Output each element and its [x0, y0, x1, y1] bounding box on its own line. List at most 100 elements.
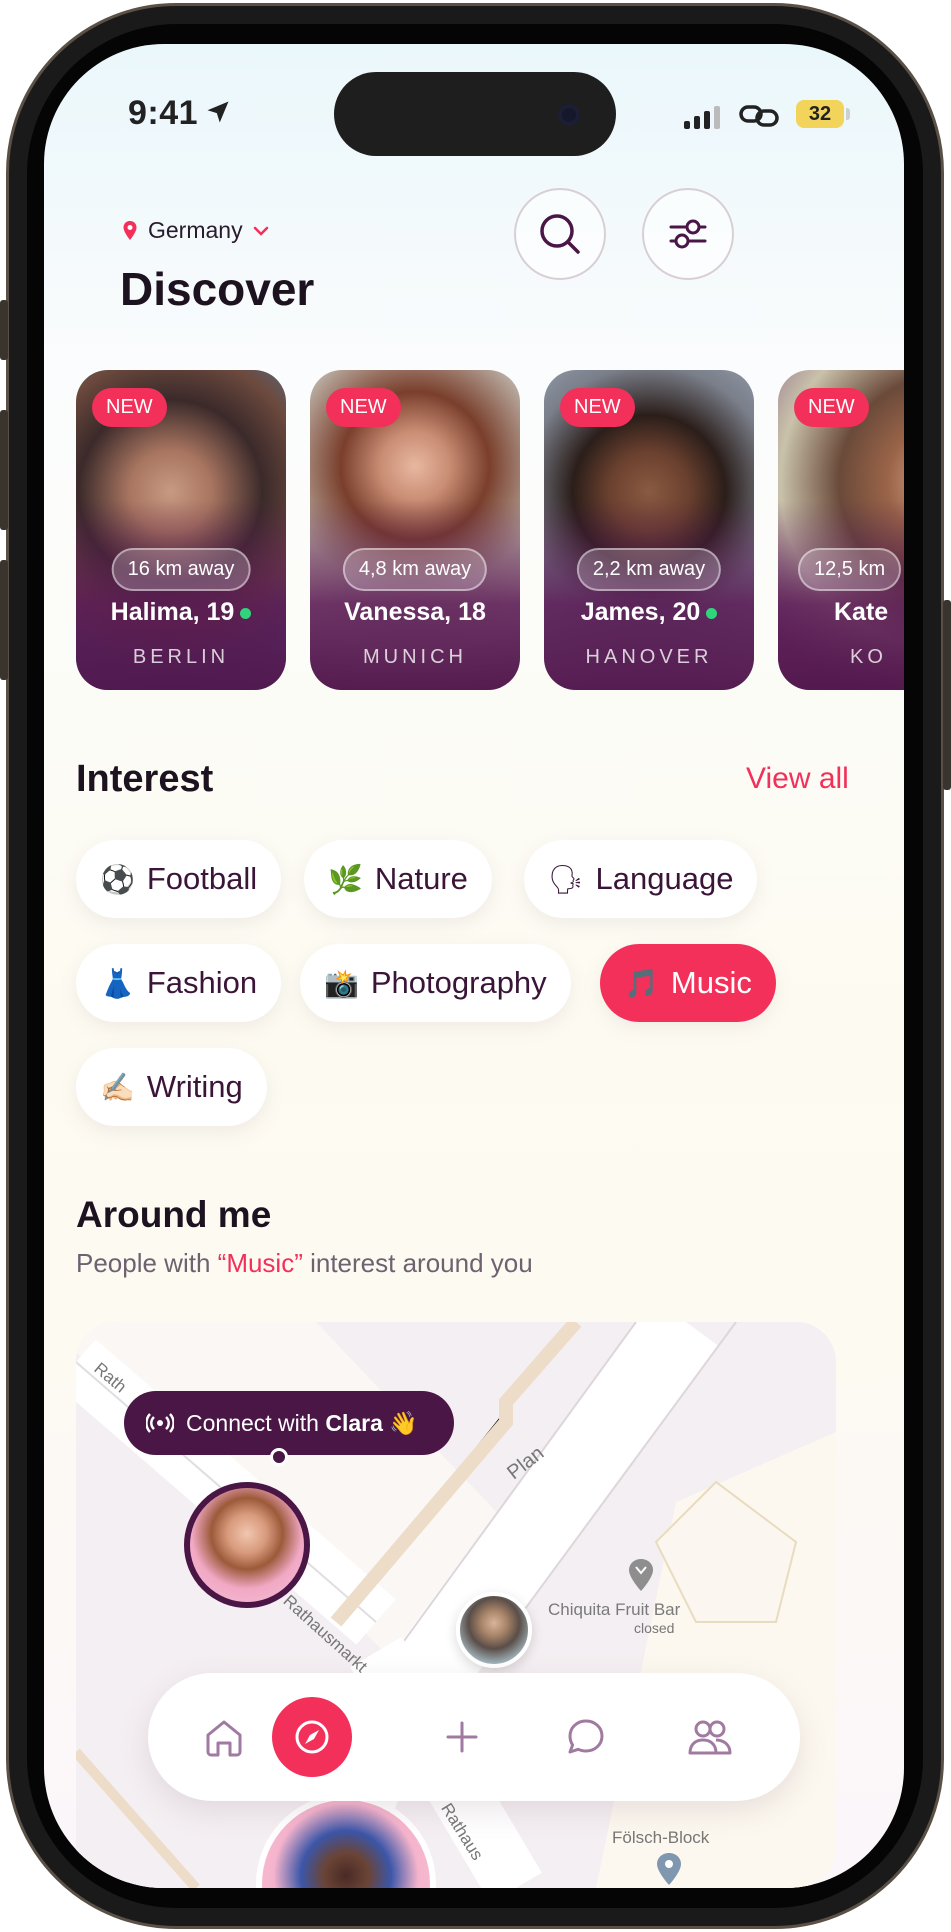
football-icon: ⚽: [100, 863, 135, 895]
music-note-icon: 🎵: [624, 967, 659, 999]
poi-pin-icon: [657, 1853, 681, 1885]
tooltip-pin-dot: [270, 1448, 288, 1466]
profile-card[interactable]: NEW 4,8 km away Vanessa, 18 MUNICH: [310, 370, 520, 690]
broadcast-icon: [146, 1413, 174, 1433]
chip-language[interactable]: 🗣 Language: [524, 840, 758, 918]
writing-hand-icon: ✍🏻: [100, 1071, 135, 1103]
around-me-subtitle: People with “Music” interest around you: [76, 1248, 533, 1279]
poi-label: Chiquita Fruit Bar: [548, 1600, 681, 1619]
subtitle-highlight: “Music”: [217, 1248, 303, 1278]
profile-name: Halima, 19: [76, 598, 286, 627]
battery-cap: [846, 108, 850, 120]
nav-add[interactable]: [426, 1701, 498, 1773]
new-badge: NEW: [92, 388, 167, 427]
search-icon: [540, 214, 580, 254]
bottom-nav: [148, 1673, 800, 1801]
online-indicator: [240, 607, 252, 619]
country-selector[interactable]: Germany: [122, 217, 269, 244]
poi-pin-icon: [629, 1559, 653, 1591]
battery-icon: 32: [796, 100, 844, 128]
camera-flash-icon: 📸: [324, 967, 359, 999]
chip-label: Fashion: [146, 965, 258, 1000]
search-button[interactable]: [514, 188, 606, 280]
signal-icon: [684, 106, 720, 129]
profile-name: Vanessa, 18: [310, 598, 520, 627]
chip-writing[interactable]: ✍🏻 Writing: [76, 1048, 267, 1126]
chip-fashion[interactable]: 👗 Fashion: [76, 944, 282, 1022]
profile-name-text: Kate: [834, 598, 889, 626]
app-screen: 9:41 32 Germany Discover NEW 16 km away: [44, 44, 904, 1888]
poi-status: closed: [634, 1620, 675, 1636]
profile-name: Kate: [834, 598, 904, 627]
nav-messages[interactable]: [550, 1701, 622, 1773]
subtitle-text: interest around you: [302, 1248, 533, 1278]
action-button: [0, 300, 8, 360]
profile-card[interactable]: NEW 2,2 km away James, 20 HANOVER: [544, 370, 754, 690]
chip-label: Language: [595, 861, 734, 896]
speaking-head-icon: 🗣: [548, 863, 584, 895]
page-title: Discover: [120, 263, 315, 315]
chip-nature[interactable]: 🌿 Nature: [304, 840, 492, 918]
user-avatar[interactable]: [456, 1592, 532, 1668]
filter-button[interactable]: [642, 188, 734, 280]
chip-label: Writing: [146, 1069, 243, 1104]
around-me-heading: Around me: [76, 1194, 272, 1235]
map-pin-icon: [123, 220, 137, 240]
location-arrow-icon: [207, 101, 229, 123]
chip-label: Music: [670, 965, 752, 1000]
profile-card[interactable]: NEW 12,5 km Kate KO: [778, 370, 904, 690]
profile-city: BERLIN: [132, 646, 230, 668]
view-all-link[interactable]: View all: [746, 762, 849, 796]
power-button: [943, 600, 951, 790]
interest-heading: Interest: [76, 758, 214, 800]
plus-icon: [446, 1721, 478, 1753]
new-badge: NEW: [326, 388, 401, 427]
compass-icon: [295, 1720, 329, 1754]
camera-icon: [558, 104, 580, 126]
connect-tooltip[interactable]: Connect with Clara 👋: [124, 1391, 454, 1455]
profile-name: James, 20: [544, 598, 754, 627]
users-icon: [688, 1720, 732, 1755]
chip-photography[interactable]: 📸 Photography: [300, 944, 571, 1022]
new-badge: NEW: [560, 388, 635, 427]
distance-label: 4,8 km away: [342, 548, 488, 591]
distance-label: 12,5 km: [798, 548, 902, 591]
chevron-down-icon: [253, 226, 268, 236]
nav-home[interactable]: [188, 1701, 260, 1773]
chip-music[interactable]: 🎵 Music: [600, 944, 776, 1022]
profile-name-text: James, 20: [580, 598, 701, 626]
profile-name-text: Halima, 19: [110, 598, 235, 626]
dress-icon: 👗: [100, 967, 135, 999]
dynamic-island: [334, 72, 616, 156]
new-badge: NEW: [794, 388, 869, 427]
connect-name: Clara: [325, 1409, 383, 1436]
volume-down-button: [0, 560, 8, 680]
connect-prefix: Connect with: [186, 1409, 326, 1436]
connect-text: Connect with Clara 👋: [186, 1410, 418, 1437]
distance-label: 2,2 km away: [576, 548, 722, 591]
volume-up-button: [0, 410, 8, 530]
poi-label: Fölsch-Block: [612, 1828, 710, 1847]
profile-carousel[interactable]: NEW 16 km away Halima, 19 BERLIN NEW 4,8…: [76, 370, 904, 690]
subtitle-text: People with: [76, 1248, 218, 1278]
user-avatar-clara[interactable]: [184, 1482, 310, 1608]
profile-card[interactable]: NEW 16 km away Halima, 19 BERLIN: [76, 370, 286, 690]
distance-label: 16 km away: [111, 548, 251, 591]
profile-city: HANOVER: [585, 646, 713, 668]
chat-bubble-icon: [568, 1719, 604, 1754]
profile-city: KO: [850, 646, 887, 668]
nav-discover[interactable]: [272, 1697, 352, 1777]
chip-label: Photography: [370, 965, 547, 1000]
country-label: Germany: [148, 217, 243, 243]
online-indicator: [706, 607, 718, 619]
profile-city: MUNICH: [363, 646, 467, 668]
sliders-icon: [669, 219, 707, 249]
chip-football[interactable]: ⚽ Football: [76, 840, 282, 918]
hotspot-link-icon: [739, 105, 779, 127]
nav-friends[interactable]: [674, 1701, 746, 1773]
waving-hand-icon: 👋: [389, 1409, 418, 1436]
status-time: 9:41: [128, 94, 199, 132]
home-icon: [206, 1720, 242, 1757]
chip-label: Football: [146, 861, 258, 896]
leaf-icon: 🌿: [328, 863, 363, 895]
